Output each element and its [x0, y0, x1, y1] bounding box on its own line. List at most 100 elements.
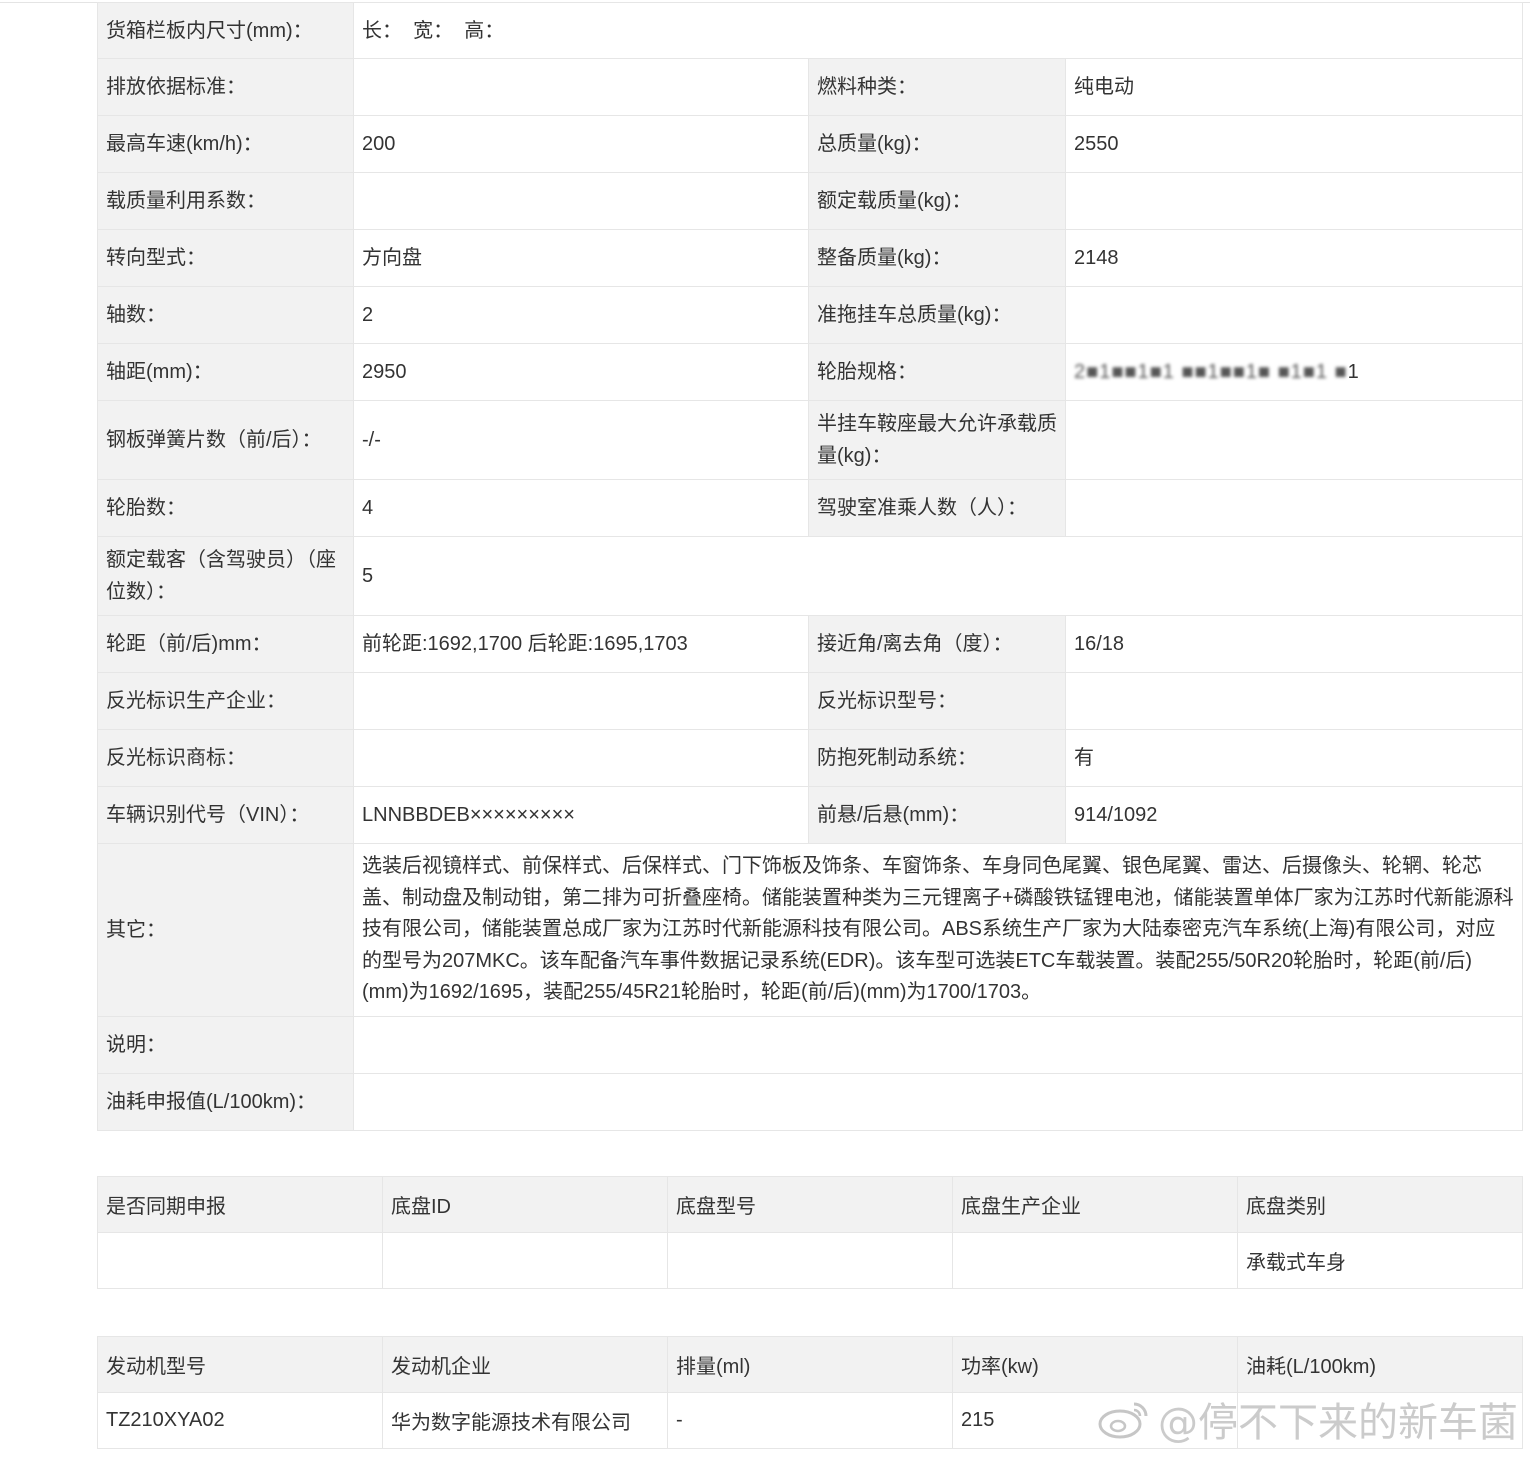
engine-header-row: 发动机型号 发动机企业 排量(ml) 功率(kw) 油耗(L/100km) — [97, 1336, 1523, 1393]
spec-value — [353, 729, 809, 787]
spec-label: 额定载质量(kg)： — [808, 172, 1066, 230]
column-header: 发动机型号 — [97, 1336, 383, 1393]
spec-value — [1065, 672, 1523, 730]
spec-value — [1065, 286, 1523, 344]
spec-row: 转向型式： 方向盘 整备质量(kg)： 2148 — [97, 229, 1523, 287]
spec-label: 钢板弹簧片数（前/后）： — [97, 400, 354, 480]
spec-value: LNNBBDEB××××××××× — [353, 786, 809, 844]
spec-row: 反光标识商标： 防抱死制动系统： 有 — [97, 729, 1523, 787]
spec-value: 2148 — [1065, 229, 1523, 287]
spec-label: 轮胎规格： — [808, 343, 1066, 401]
spec-value: 纯电动 — [1065, 58, 1523, 116]
table-cell: 华为数字能源技术有限公司 — [382, 1392, 668, 1449]
spec-value — [353, 172, 809, 230]
spec-value — [353, 58, 809, 116]
weibo-icon — [1098, 1402, 1148, 1439]
column-header: 底盘型号 — [667, 1176, 953, 1233]
column-header: 底盘类别 — [1237, 1176, 1523, 1233]
spec-row: 轴距(mm)： 2950 轮胎规格： 2■1■■1■1 ■■1■■1■ ■1■1… — [97, 343, 1523, 401]
spec-label: 前悬/后悬(mm)： — [808, 786, 1066, 844]
spec-row: 轮胎数： 4 驾驶室准乘人数（人）： — [97, 479, 1523, 537]
spec-value: 长： 宽： 高： — [353, 2, 1523, 59]
spec-label: 半挂车鞍座最大允许承载质量(kg)： — [808, 400, 1066, 480]
spec-label: 驾驶室准乘人数（人）： — [808, 479, 1066, 537]
spec-value: 有 — [1065, 729, 1523, 787]
spec-row: 反光标识生产企业： 反光标识型号： — [97, 672, 1523, 730]
spec-label: 防抱死制动系统： — [808, 729, 1066, 787]
spec-label: 转向型式： — [97, 229, 354, 287]
table-cell — [952, 1232, 1238, 1289]
watermark-text: @停不下来的新车菌 — [1158, 1400, 1518, 1446]
table-row: 承载式车身 — [97, 1232, 1523, 1289]
spec-value: 2550 — [1065, 115, 1523, 173]
spec-label: 准拖挂车总质量(kg)： — [808, 286, 1066, 344]
spec-value-other: 选装后视镜样式、前保样式、后保样式、门下饰板及饰条、车窗饰条、车身同色尾翼、银色… — [353, 843, 1523, 1017]
spec-label: 最高车速(km/h)： — [97, 115, 354, 173]
spec-label: 整备质量(kg)： — [808, 229, 1066, 287]
column-header: 油耗(L/100km) — [1237, 1336, 1523, 1393]
spec-value: 16/18 — [1065, 615, 1523, 673]
spec-row: 排放依据标准： 燃料种类： 纯电动 — [97, 58, 1523, 116]
spec-row: 说明： — [97, 1016, 1523, 1074]
column-header: 是否同期申报 — [97, 1176, 383, 1233]
table-cell: TZ210XYA02 — [97, 1392, 383, 1449]
spec-value: 5 — [353, 536, 1523, 616]
spec-label: 货箱栏板内尺寸(mm)： — [97, 2, 354, 59]
spec-label: 轴数： — [97, 286, 354, 344]
chassis-table: 是否同期申报 底盘ID 底盘型号 底盘生产企业 底盘类别 承载式车身 — [97, 1176, 1523, 1289]
chassis-header-row: 是否同期申报 底盘ID 底盘型号 底盘生产企业 底盘类别 — [97, 1176, 1523, 1233]
column-header: 底盘生产企业 — [952, 1176, 1238, 1233]
spec-label: 反光标识型号： — [808, 672, 1066, 730]
spec-label: 轴距(mm)： — [97, 343, 354, 401]
spec-value: 4 — [353, 479, 809, 537]
spec-row: 额定载客（含驾驶员）（座位数）： 5 — [97, 536, 1523, 616]
spec-label: 排放依据标准： — [97, 58, 354, 116]
spec-row: 油耗申报值(L/100km)： — [97, 1073, 1523, 1131]
spec-value: 2 — [353, 286, 809, 344]
table-cell — [97, 1232, 383, 1289]
spec-label: 燃料种类： — [808, 58, 1066, 116]
vehicle-spec-table: 货箱栏板内尺寸(mm)： 长： 宽： 高： 排放依据标准： 燃料种类： 纯电动 … — [97, 2, 1523, 1131]
spec-value — [353, 1016, 1523, 1074]
spec-label: 总质量(kg)： — [808, 115, 1066, 173]
tire-spec-value: 2■1■■1■1 ■■1■■1■ ■1■1 ■1 — [1065, 343, 1523, 401]
spec-row: 轴数： 2 准拖挂车总质量(kg)： — [97, 286, 1523, 344]
spec-row: 最高车速(km/h)： 200 总质量(kg)： 2550 — [97, 115, 1523, 173]
spec-label: 轮距（前/后)mm： — [97, 615, 354, 673]
spec-label: 接近角/离去角（度）： — [808, 615, 1066, 673]
spec-row-other: 其它： 选装后视镜样式、前保样式、后保样式、门下饰板及饰条、车窗饰条、车身同色尾… — [97, 843, 1523, 1017]
table-cell: - — [667, 1392, 953, 1449]
spec-row: 轮距（前/后)mm： 前轮距:1692,1700 后轮距:1695,1703 接… — [97, 615, 1523, 673]
spec-label: 说明： — [97, 1016, 354, 1074]
spec-row: 钢板弹簧片数（前/后）： -/- 半挂车鞍座最大允许承载质量(kg)： — [97, 400, 1523, 480]
blurred-text: 2■1■■1■1 ■■1■■1■ ■1■1 ■ — [1074, 361, 1348, 383]
spec-label: 油耗申报值(L/100km)： — [97, 1073, 354, 1131]
spec-row-cargo-dimensions: 货箱栏板内尺寸(mm)： 长： 宽： 高： — [97, 2, 1523, 59]
spec-value — [1065, 400, 1523, 480]
spec-row: 载质量利用系数： 额定载质量(kg)： — [97, 172, 1523, 230]
spec-value — [353, 672, 809, 730]
column-header: 发动机企业 — [382, 1336, 668, 1393]
spec-value — [353, 1073, 1523, 1131]
spec-value — [1065, 172, 1523, 230]
column-header: 功率(kw) — [952, 1336, 1238, 1393]
spec-label: 反光标识生产企业： — [97, 672, 354, 730]
table-cell — [667, 1232, 953, 1289]
watermark: @停不下来的新车菌 — [1096, 1390, 1518, 1448]
spec-value: 2950 — [353, 343, 809, 401]
column-header: 排量(ml) — [667, 1336, 953, 1393]
spec-value: -/- — [353, 400, 809, 480]
spec-value: 前轮距:1692,1700 后轮距:1695,1703 — [353, 615, 809, 673]
spec-label: 车辆识别代号（VIN）： — [97, 786, 354, 844]
table-cell — [382, 1232, 668, 1289]
table-cell: 承载式车身 — [1237, 1232, 1523, 1289]
spec-value: 方向盘 — [353, 229, 809, 287]
spec-label: 额定载客（含驾驶员）（座位数）： — [97, 536, 354, 616]
column-header: 底盘ID — [382, 1176, 668, 1233]
spec-label: 载质量利用系数： — [97, 172, 354, 230]
spec-value — [1065, 479, 1523, 537]
spec-value: 914/1092 — [1065, 786, 1523, 844]
spec-value: 200 — [353, 115, 809, 173]
spec-value: 1 — [1347, 361, 1359, 383]
spec-label: 其它： — [97, 843, 354, 1017]
